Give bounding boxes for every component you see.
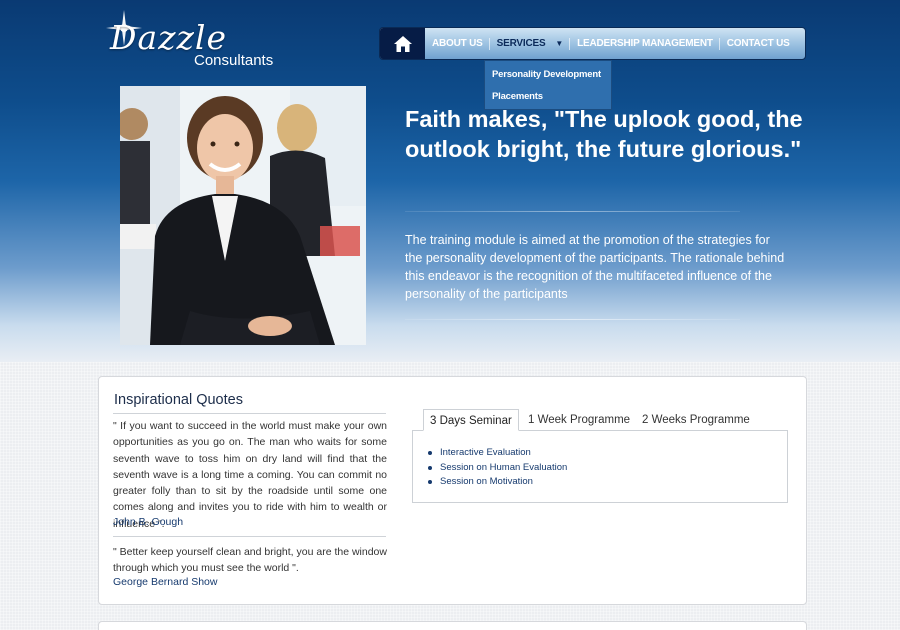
- list-item[interactable]: Interactive Evaluation: [428, 446, 567, 461]
- list-item[interactable]: Session on Human Evaluation: [428, 461, 567, 476]
- quotes-title-divider: [113, 413, 386, 414]
- hero-divider: [405, 211, 740, 212]
- tab-2-weeks-programme[interactable]: 2 Weeks Programme: [636, 409, 756, 431]
- quote-text-2: " Better keep yourself clean and bright,…: [113, 546, 387, 575]
- quote-text-1: " If you want to succeed in the world mu…: [113, 420, 387, 530]
- quote-divider: [113, 536, 386, 537]
- dropdown-item-personality-development[interactable]: Personality Development: [492, 67, 611, 89]
- quote-author-1: John B. Gough: [113, 516, 184, 528]
- tab-item-list: Interactive Evaluation Session on Human …: [428, 446, 567, 490]
- quotes-section-title: Inspirational Quotes: [114, 392, 243, 408]
- nav-leadership-management[interactable]: Leadership Management: [570, 28, 720, 59]
- caret-down-icon: ▼: [555, 39, 564, 48]
- main-nav: About Us Services ▼ Leadership Management…: [379, 27, 806, 60]
- home-icon: [393, 35, 412, 52]
- tab-3-days-seminar[interactable]: 3 Days Seminar: [423, 409, 519, 431]
- list-item[interactable]: Session on Motivation: [428, 475, 567, 490]
- quote-author-2: George Bernard Show: [113, 576, 218, 588]
- hero-description: The training module is aimed at the prom…: [405, 233, 785, 301]
- next-panel: [98, 621, 807, 630]
- hero-photo: [120, 86, 366, 345]
- site-logo[interactable]: Dazzle Consultants: [104, 8, 284, 74]
- nav-contact-us[interactable]: Contact Us: [720, 28, 797, 59]
- services-dropdown: Personality Development Placements: [484, 60, 612, 110]
- nav-services-label: Services: [496, 38, 546, 49]
- logo-subtitle: Consultants: [194, 52, 274, 69]
- tab-1-week-programme[interactable]: 1 Week Programme: [522, 409, 636, 431]
- nav-home-button[interactable]: [380, 28, 425, 59]
- hero-quote: Faith makes, "The uplook good, the outlo…: [405, 106, 803, 162]
- nav-about-us[interactable]: About Us: [425, 28, 490, 59]
- nav-services[interactable]: Services ▼: [490, 28, 571, 59]
- hero-divider-bottom: [405, 319, 740, 320]
- businesswoman-illustration: [120, 86, 366, 345]
